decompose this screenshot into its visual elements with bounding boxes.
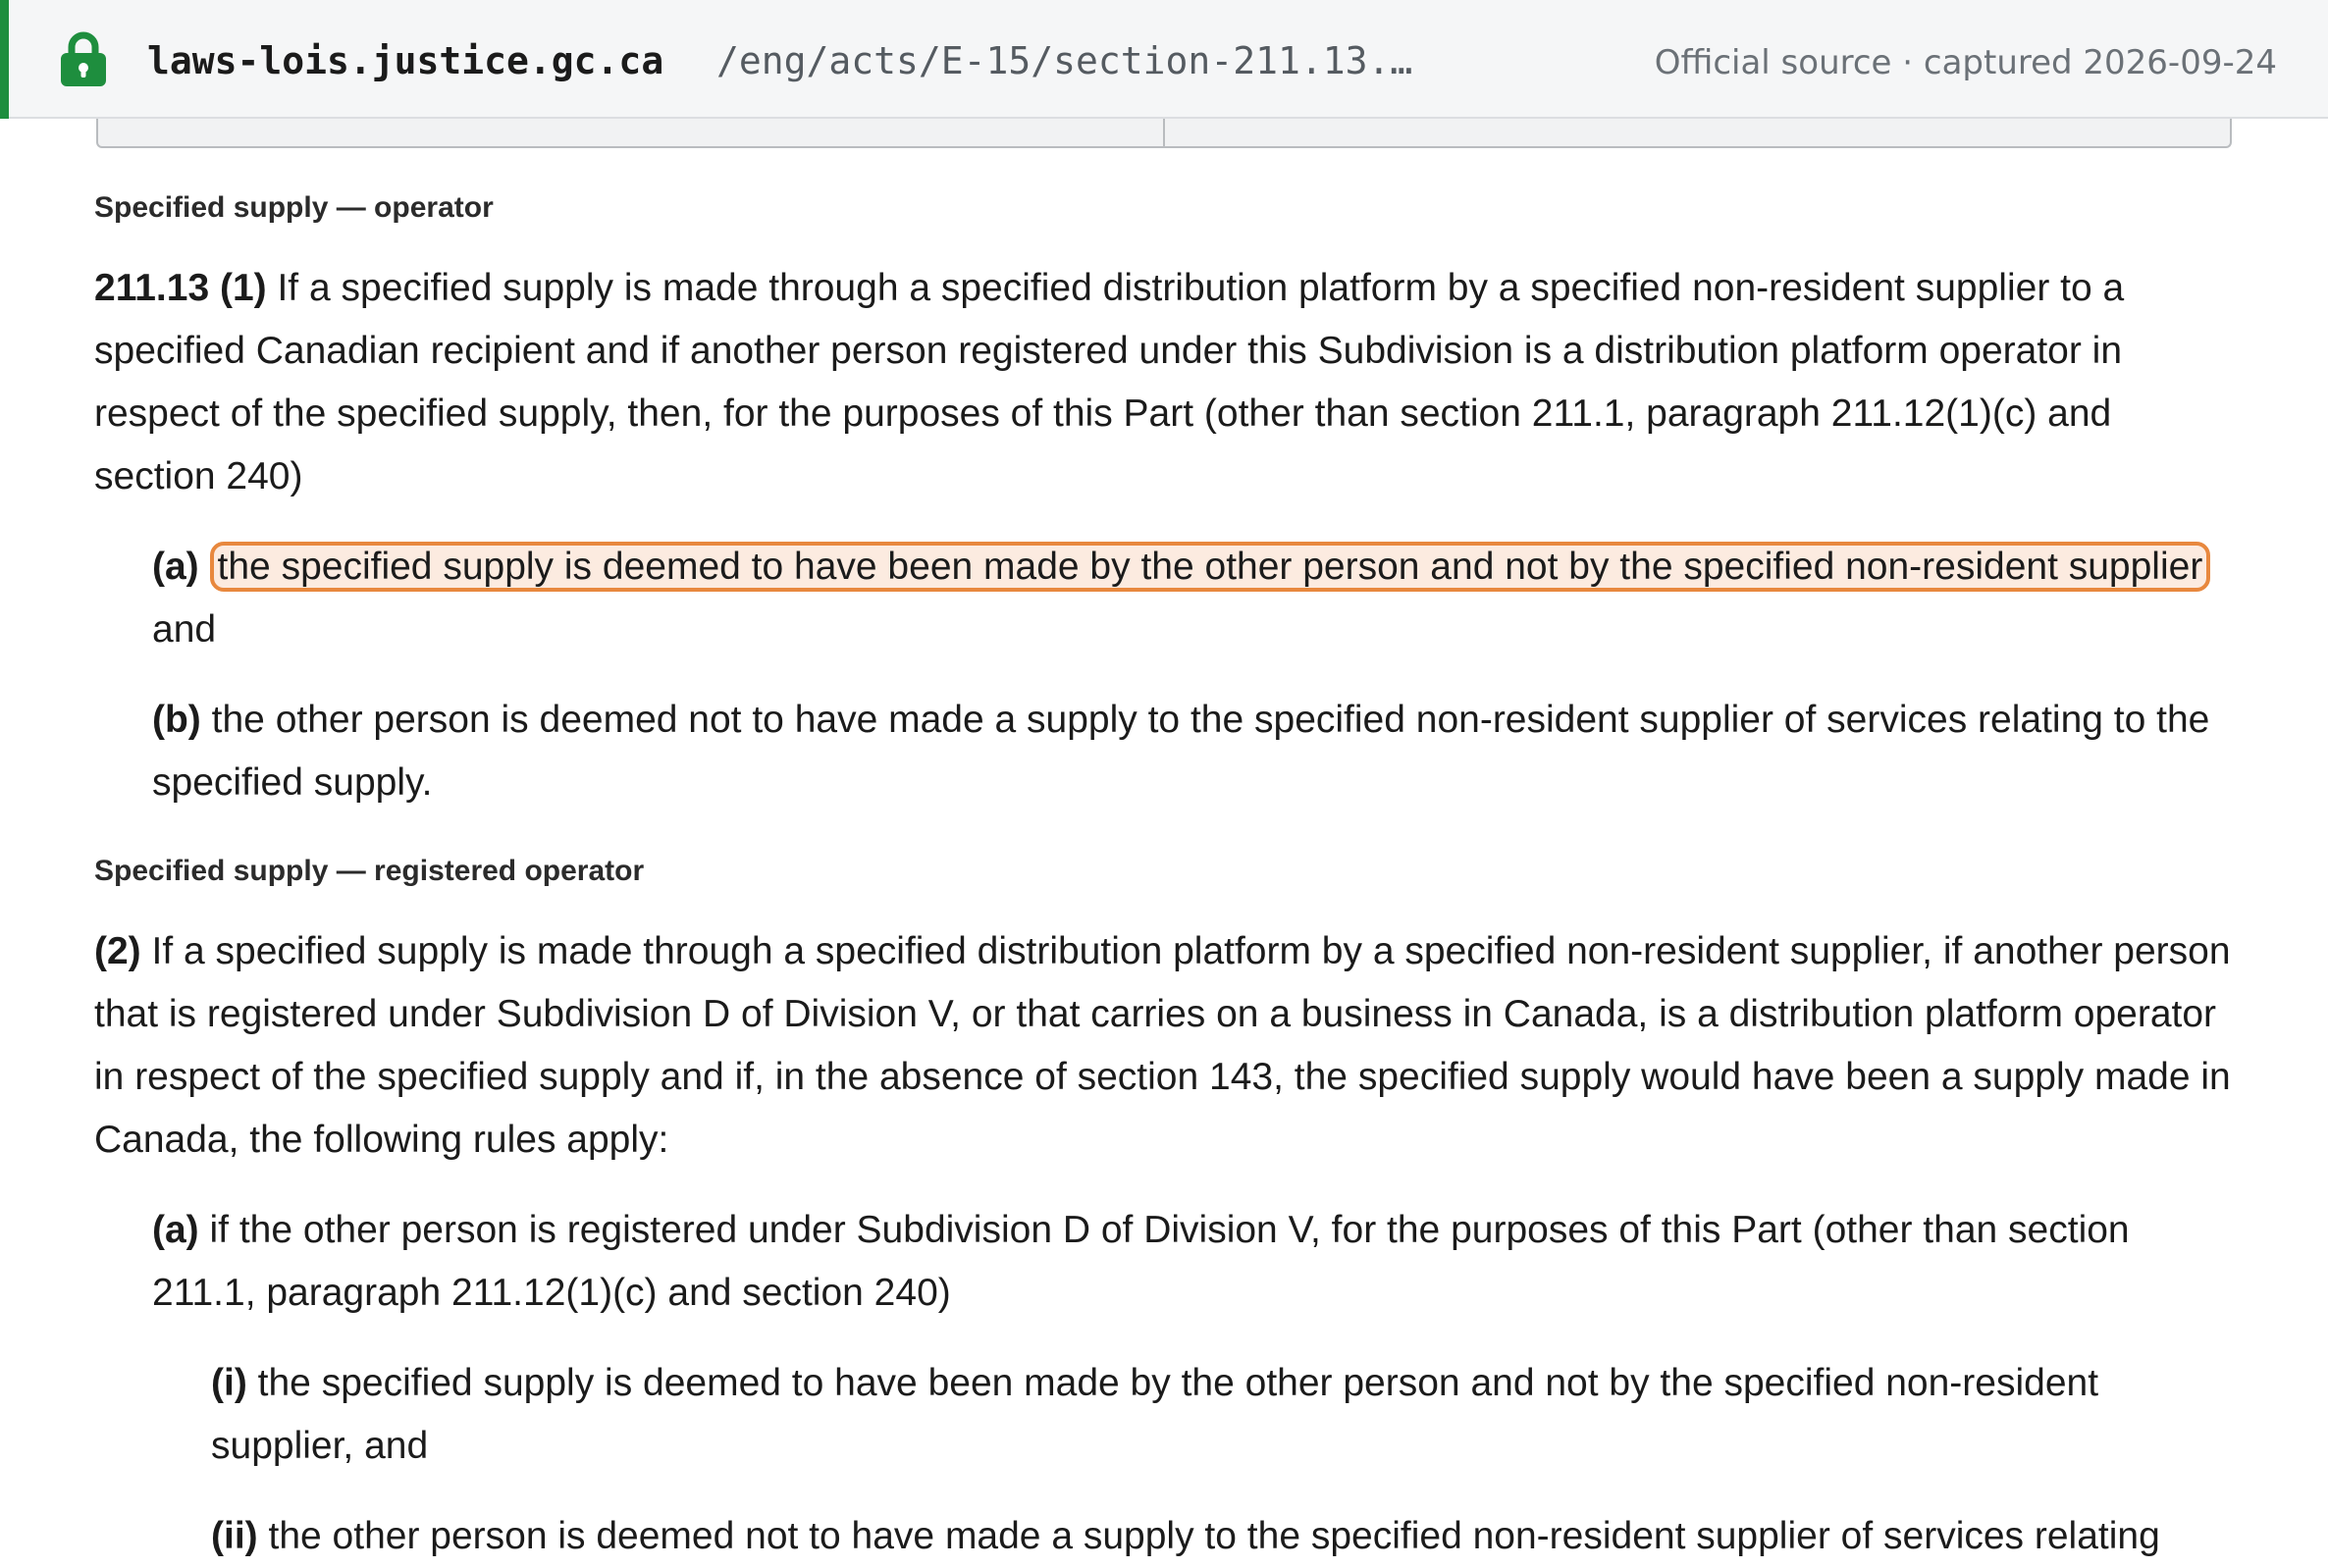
highlighted-passage[interactable]: the specified supply is deemed to have b… — [209, 542, 2211, 592]
paragraph-2-a-text: if the other person is registered under … — [152, 1209, 2130, 1314]
address-bar[interactable]: laws-lois.justice.gc.ca /eng/acts/E-15/s… — [0, 0, 2328, 119]
paragraph-2-a-label: (a) — [152, 1209, 199, 1251]
marginal-note-registered-operator: Specified supply — registered operator — [94, 855, 645, 887]
section-content: Specified supply — operator 211.13 (1) I… — [94, 177, 2234, 1568]
paragraph-1-b-text: the other person is deemed not to have m… — [152, 699, 2210, 804]
subparagraph-2-a-i-label: (i) — [211, 1362, 247, 1404]
subparagraph-2-a-ii-text: the other person is deemed not to have m… — [257, 1515, 2160, 1557]
subsection-1-text: If a specified supply is made through a … — [94, 267, 2125, 497]
subsection-2-text: If a specified supply is made through a … — [94, 930, 2231, 1161]
paragraph-1-a-label: (a) — [152, 546, 199, 588]
lock-icon[interactable] — [59, 31, 108, 86]
table-column-divider — [1163, 119, 1165, 146]
paragraph-1-b-label: (b) — [152, 699, 201, 741]
subsection-2: (2) If a specified supply is made throug… — [94, 920, 2234, 1172]
subsection-1-label: 211.13 (1) — [94, 267, 267, 309]
subparagraph-2-a-ii: (ii) the other person is deemed not to h… — [94, 1505, 2234, 1568]
paragraph-2-a: (a) if the other person is registered un… — [94, 1199, 2234, 1325]
subsection-2-label: (2) — [94, 930, 141, 972]
paragraph-1-a-tail: and — [152, 608, 217, 651]
subsection-1: 211.13 (1) If a specified supply is made… — [94, 257, 2234, 508]
marginal-note-operator: Specified supply — operator — [94, 191, 494, 224]
subparagraph-2-a-i: (i) the specified supply is deemed to ha… — [94, 1352, 2234, 1478]
subparagraph-2-a-i-text: the specified supply is deemed to have b… — [211, 1362, 2099, 1467]
url-path[interactable]: /eng/acts/E-15/section-211.13.… — [716, 35, 1412, 86]
secure-indicator-stripe — [0, 0, 9, 119]
url-domain[interactable]: laws-lois.justice.gc.ca — [147, 35, 663, 86]
paragraph-1-a: (a) the specified supply is deemed to ha… — [94, 536, 2234, 661]
table-bottom-edge — [96, 119, 2232, 148]
source-capture-info: Official source · captured 2026-09-24 — [1654, 43, 2277, 82]
subparagraph-2-a-ii-label: (ii) — [211, 1515, 258, 1557]
paragraph-1-b: (b) the other person is deemed not to ha… — [94, 689, 2234, 814]
